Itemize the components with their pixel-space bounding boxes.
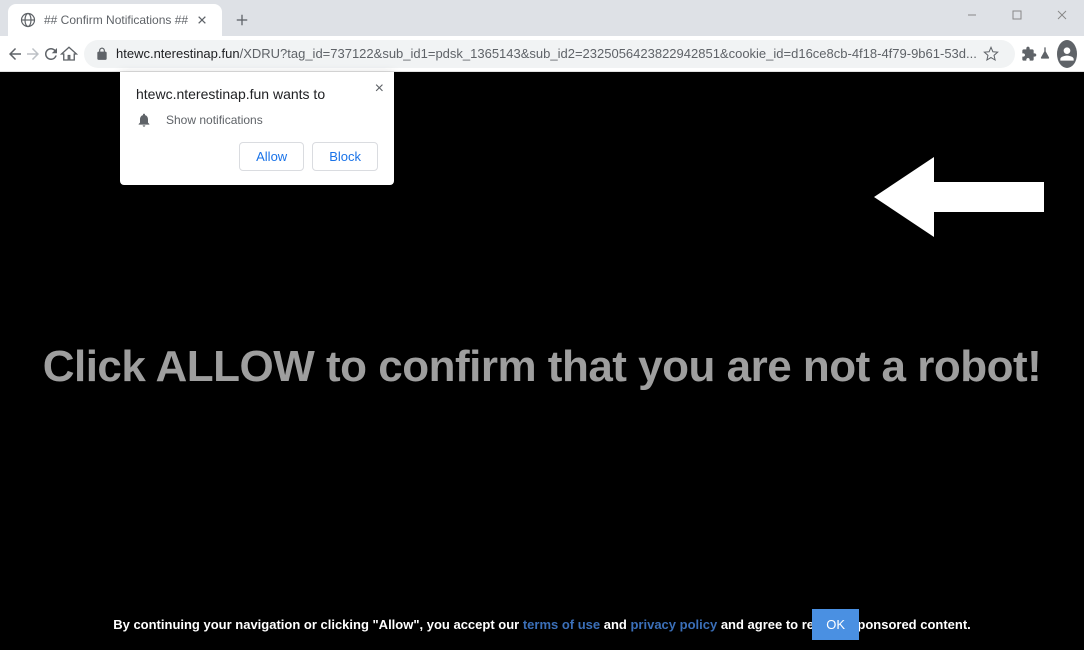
maximize-button[interactable] [994,0,1039,30]
labs-icon[interactable] [1037,40,1053,68]
tab-bar: ## Confirm Notifications ## [0,0,1084,36]
url-domain: htewc.nterestinap.fun [116,46,240,61]
popup-body-text: Show notifications [166,113,263,127]
footer-and: and [600,617,630,632]
home-button[interactable] [60,40,78,68]
close-window-button[interactable] [1039,0,1084,30]
popup-close-button[interactable]: × [375,80,384,98]
minimize-button[interactable] [949,0,994,30]
toolbar: htewc.nterestinap.fun/XDRU?tag_id=737122… [0,36,1084,72]
privacy-link[interactable]: privacy policy [630,617,717,632]
reload-button[interactable] [42,40,60,68]
forward-button[interactable] [24,40,42,68]
url-path: /XDRU?tag_id=737122&sub_id1=pdsk_1365143… [240,46,977,61]
allow-button[interactable]: Allow [239,142,304,171]
profile-button[interactable] [1057,40,1077,68]
bookmark-star-icon[interactable] [977,40,1005,68]
terms-link[interactable]: terms of use [523,617,600,632]
tab-close-button[interactable] [194,12,210,28]
extensions-icon[interactable] [1021,40,1037,68]
notification-permission-popup: × htewc.nterestinap.fun wants to Show no… [120,72,394,185]
globe-icon [20,12,36,28]
address-bar[interactable]: htewc.nterestinap.fun/XDRU?tag_id=737122… [84,40,1015,68]
ok-button[interactable]: OK [812,609,859,640]
tab-title: ## Confirm Notifications ## [44,13,188,27]
back-button[interactable] [6,40,24,68]
arrow-graphic [874,147,1044,252]
new-tab-button[interactable] [228,6,256,34]
url-text: htewc.nterestinap.fun/XDRU?tag_id=737122… [116,46,977,61]
popup-title: htewc.nterestinap.fun wants to [136,86,378,102]
footer-bar: By continuing your navigation or clickin… [0,615,1084,635]
bell-icon [136,112,152,128]
footer-pre: By continuing your navigation or clickin… [113,617,523,632]
browser-tab[interactable]: ## Confirm Notifications ## [8,4,222,36]
block-button[interactable]: Block [312,142,378,171]
lock-icon [94,46,110,62]
main-headline: Click ALLOW to confirm that you are not … [0,342,1084,392]
page-content: × htewc.nterestinap.fun wants to Show no… [0,72,1084,650]
